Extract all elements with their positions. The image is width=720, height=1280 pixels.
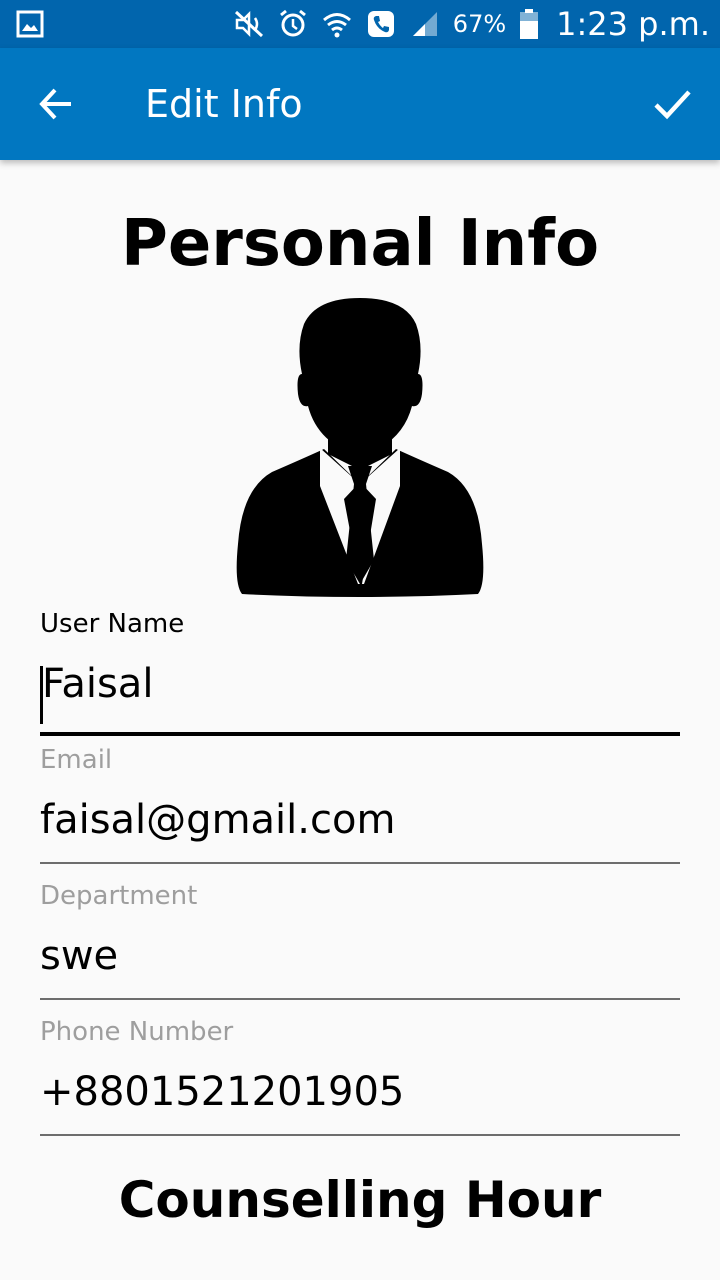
alarm-icon: [279, 9, 306, 37]
phone-input[interactable]: +8801521201905: [40, 1060, 680, 1124]
department-underline: [40, 998, 680, 1000]
phone-underline: [40, 1134, 680, 1136]
check-icon: [654, 90, 691, 120]
email-label: Email: [40, 745, 113, 775]
department-input[interactable]: swe: [40, 924, 680, 988]
email-underline: [40, 862, 680, 864]
app-bar-title: Edit Info: [145, 82, 303, 126]
phone-icon: [367, 11, 394, 37]
wifi-icon: [322, 13, 351, 38]
department-label: Department: [40, 881, 198, 911]
phone-label: Phone Number: [40, 1017, 234, 1047]
user-name-field[interactable]: User Name Faisal: [40, 608, 680, 736]
phone-field[interactable]: Phone Number +8801521201905: [40, 1016, 680, 1136]
gallery-icon: [16, 10, 44, 38]
user-name-input[interactable]: Faisal: [40, 652, 680, 716]
page-title: Personal Info: [120, 207, 600, 281]
battery-percentage: 67%: [452, 10, 507, 38]
email-field[interactable]: Email faisal@gmail.com: [40, 744, 680, 864]
user-name-underline: [40, 732, 680, 736]
counselling-hour-title: Counselling Hour: [118, 1171, 602, 1229]
clock: 1:23 p.m.: [556, 5, 710, 43]
email-input[interactable]: faisal@gmail.com: [40, 788, 680, 852]
status-bar: 67% 1:23 p.m.: [0, 0, 720, 48]
battery-icon: [520, 9, 539, 39]
department-field[interactable]: Department swe: [40, 880, 680, 1000]
user-name-label: User Name: [40, 609, 185, 639]
arrow-back-icon: [39, 88, 71, 120]
app-bar: Edit Info: [0, 48, 720, 160]
save-button[interactable]: [640, 72, 704, 136]
text-cursor: [40, 666, 43, 724]
mute-icon: [234, 10, 263, 38]
person-suit-avatar[interactable]: [232, 294, 488, 600]
status-icons: 67% 1:23 p.m.: [233, 0, 710, 48]
signal-icon: [412, 12, 437, 36]
back-button[interactable]: [24, 72, 88, 136]
